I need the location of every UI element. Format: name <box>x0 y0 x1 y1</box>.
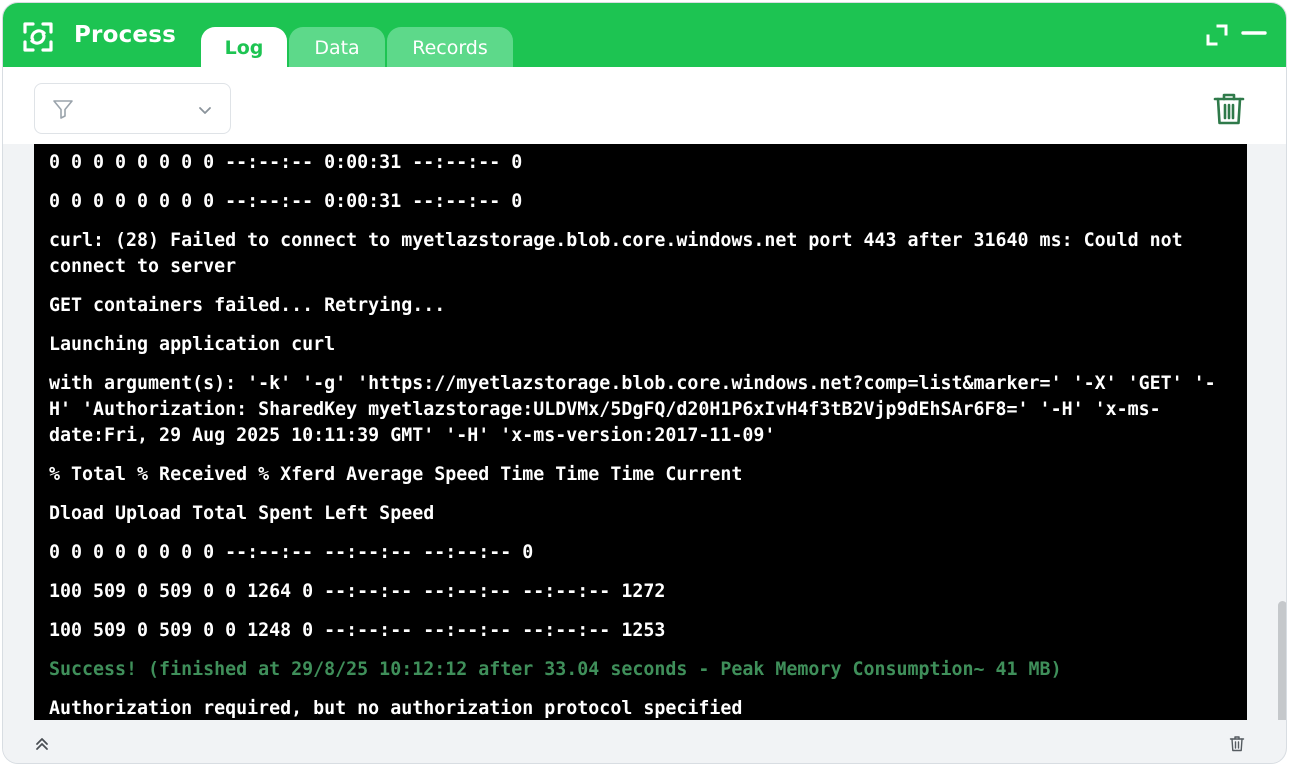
log-line: 100 509 0 509 0 0 1264 0 --:--:-- --:--:… <box>49 581 666 602</box>
log-line: GET containers failed... Retrying... <box>49 295 446 316</box>
page-title: Process <box>74 22 177 48</box>
tab-bar: Log Data Records <box>201 27 515 67</box>
panel-header: Process Log Data Records <box>3 3 1286 67</box>
tab-records[interactable]: Records <box>387 27 513 67</box>
tab-data[interactable]: Data <box>289 27 385 67</box>
filter-icon <box>53 100 73 119</box>
log-line: Authorization required, but no authoriza… <box>49 698 743 719</box>
log-line: 0 0 0 0 0 0 0 0 --:--:-- 0:00:31 --:--:-… <box>49 191 523 212</box>
process-panel: Process Log Data Records 0 0 0 0 0 0 0 0… <box>2 2 1287 764</box>
log-line: curl: (28) Failed to connect to myetlazs… <box>49 230 1194 277</box>
filter-dropdown[interactable] <box>34 83 231 134</box>
clear-log-button[interactable] <box>1212 91 1246 127</box>
log-line: 0 0 0 0 0 0 0 0 --:--:-- --:--:-- --:--:… <box>49 542 534 563</box>
log-line: % Total % Received % Xferd Average Speed… <box>49 464 743 485</box>
log-line: with argument(s): '-k' '-g' 'https://mye… <box>49 373 1216 446</box>
log-line: 0 0 0 0 0 0 0 0 --:--:-- 0:00:31 --:--:-… <box>49 152 523 173</box>
log-line: Launching application curl <box>49 334 336 355</box>
log-line: 100 509 0 509 0 0 1248 0 --:--:-- --:--:… <box>49 620 666 641</box>
expand-icon[interactable] <box>1204 22 1230 48</box>
log-line: Success! (finished at 29/8/25 10:12:12 a… <box>49 659 1062 680</box>
chevron-down-icon <box>199 107 211 114</box>
panel-footer <box>3 720 1286 763</box>
trash-icon[interactable] <box>1229 735 1245 752</box>
double-chevron-up-icon[interactable] <box>34 736 50 752</box>
log-line: Dload Upload Total Spent Left Speed <box>49 503 435 524</box>
process-logo-icon <box>23 22 53 52</box>
tab-log[interactable]: Log <box>201 27 287 67</box>
log-toolbar <box>3 67 1286 144</box>
minimize-icon[interactable] <box>1241 22 1267 48</box>
log-console: 0 0 0 0 0 0 0 0 --:--:-- 0:00:31 --:--:-… <box>34 144 1247 720</box>
